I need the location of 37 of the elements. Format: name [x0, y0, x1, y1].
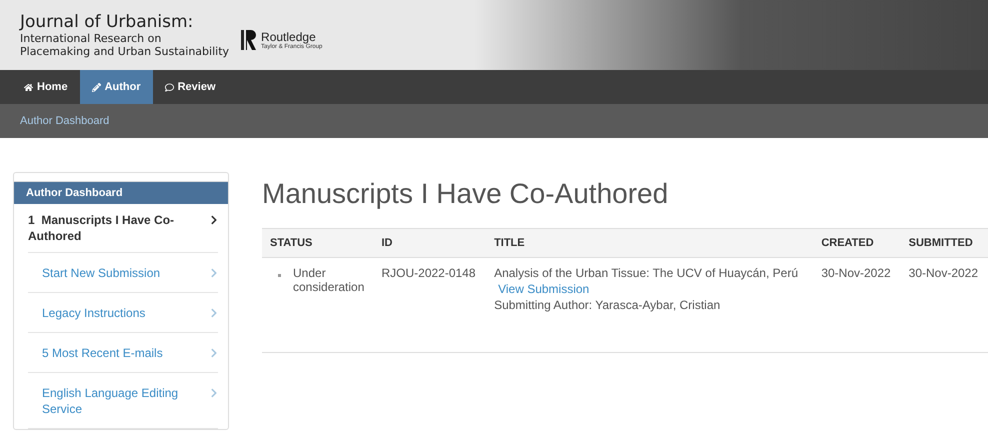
sidebar-item[interactable]: Start New Submission — [28, 253, 218, 293]
column-header: TITLE — [486, 228, 814, 258]
publisher-logo-icon — [241, 28, 258, 52]
sidebar-item[interactable]: Legacy Instructions — [28, 293, 218, 333]
column-header: CREATED — [813, 228, 901, 258]
bullet-icon — [278, 274, 281, 277]
journal-subtitle: Placemaking and Urban Sustainability — [20, 44, 230, 58]
nav-tab[interactable]: Author — [80, 70, 153, 104]
nav-tab[interactable]: Review — [152, 70, 228, 104]
column-header: STATUS — [262, 228, 374, 258]
chevron-icon — [210, 268, 218, 278]
chevron-icon — [210, 215, 218, 225]
publisher-name: Routledge — [261, 30, 316, 44]
sidebar-item[interactable]: English Language Editing Service — [28, 373, 218, 429]
home-icon — [24, 82, 33, 92]
submitted-cell: 30-Nov-2022 — [900, 258, 988, 352]
chevron-icon — [210, 348, 218, 358]
breadcrumb[interactable]: Author Dashboard — [20, 115, 110, 127]
pencil-icon — [92, 82, 101, 92]
created-cell: 30-Nov-2022 — [813, 258, 901, 352]
chevron-icon — [210, 388, 218, 398]
column-header: ID — [373, 228, 486, 258]
sidebar-title: Author Dashboard — [14, 181, 228, 204]
view-submission-link[interactable]: View Submission — [494, 282, 806, 296]
journal-title: Journal of Urbanism: — [20, 12, 194, 32]
status-cell: Under consideration — [293, 266, 363, 294]
page-title: Manuscripts I Have Co-Authored — [262, 178, 670, 210]
speech-bubble-icon — [164, 82, 174, 92]
column-header: SUBMITTED — [900, 228, 988, 258]
title-text: Analysis of the Urban Tissue: The UCV of Huaycán, Perú — [494, 266, 799, 280]
sidebar-item[interactable]: 5 Most Recent E-mails — [28, 333, 218, 373]
author-text: Submitting Author: Yarasca-Aybar, Cristian — [494, 298, 722, 312]
chevron-icon — [210, 308, 218, 318]
nav-tab[interactable]: Home — [12, 70, 80, 104]
sidebar-item[interactable]: 1 Manuscripts I Have Co-Authored — [28, 204, 218, 253]
journal-subtitle: International Research on — [20, 32, 162, 44]
id-cell: RJOU-2022-0148 — [373, 258, 486, 352]
